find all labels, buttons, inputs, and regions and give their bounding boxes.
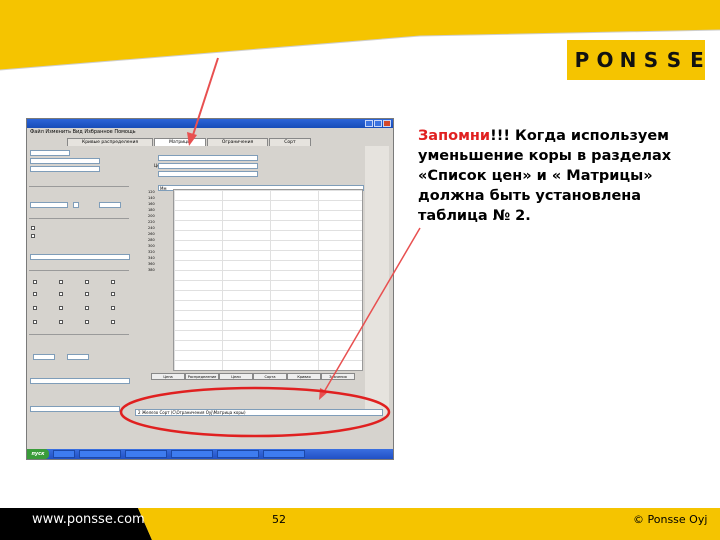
divider [29,334,129,335]
field[interactable] [30,202,68,208]
checkbox[interactable] [31,234,35,238]
field[interactable] [158,163,258,169]
field[interactable] [73,202,79,208]
checkbox[interactable] [85,292,89,296]
field[interactable] [30,406,120,412]
divider [29,218,129,219]
checkbox[interactable] [33,320,37,324]
field[interactable] [158,171,258,177]
divider [29,186,129,187]
start-button[interactable]: пуск [27,449,49,459]
logo-letter: E [690,48,704,72]
matrix-grid[interactable] [173,189,363,371]
taskbar-item[interactable] [79,450,121,458]
close-icon[interactable] [383,120,391,127]
screenshot-tab[interactable]: Сорт [269,138,311,146]
checkbox[interactable] [31,226,35,230]
field[interactable] [99,202,121,208]
checkbox[interactable] [111,292,115,296]
checkbox[interactable] [59,320,63,324]
field[interactable] [30,166,100,172]
menu-bar[interactable]: Файл Изменить Вид Избранное Помощь [27,128,393,136]
maximize-icon[interactable] [374,120,382,127]
field[interactable] [30,158,100,164]
row-header: 380 [148,268,155,272]
taskbar: пуск [27,449,393,459]
ponsse-logo: PONSSE [567,40,705,80]
field[interactable] [67,354,89,360]
instruction-note: Запомни!!! Когда используем уменьшение к… [418,126,693,226]
divider [29,270,129,271]
checkbox[interactable] [33,306,37,310]
taskbar-item[interactable] [263,450,305,458]
field[interactable] [30,254,130,260]
field[interactable] [30,378,130,384]
bottom-tab[interactable]: Значения [321,373,355,380]
logo-letter: S [643,48,659,72]
checkbox[interactable] [111,306,115,310]
right-strip [365,146,389,416]
field[interactable] [30,150,70,156]
note-lead: Запомни [418,128,491,144]
checkbox[interactable] [85,320,89,324]
page-number: 52 [272,513,286,526]
field[interactable] [33,354,55,360]
checkbox[interactable] [111,320,115,324]
software-screenshot: Файл Изменить Вид Избранное Помощь Кривы… [26,118,394,460]
minimize-icon[interactable] [365,120,373,127]
screenshot-tabs: Кривые распределения Матрицы Ограничения Со… [67,138,312,146]
bottom-tab[interactable]: Кривая [287,373,321,380]
bottom-tabs: Цена Распределение Цели Сорта Кривая Значения [151,373,355,380]
logo-letter: N [619,48,637,72]
taskbar-item[interactable] [53,450,75,458]
checkbox[interactable] [59,280,63,284]
checkbox[interactable] [33,280,37,284]
logo-letter: O [596,48,614,72]
taskbar-item[interactable] [171,450,213,458]
checkbox[interactable] [85,280,89,284]
field[interactable] [158,155,258,161]
taskbar-item[interactable] [217,450,259,458]
row-headers: 120 140 160 180 200 220 240 260 280 300 320 340 360 3… [148,189,172,273]
bottom-tab[interactable]: Цена [151,373,185,380]
checkbox[interactable] [59,292,63,296]
table-path-field[interactable]: 2 Железо Сорт (С\Ограничения Оуј\Матрица… [135,409,383,416]
window-titlebar [27,119,393,128]
bottom-tab[interactable]: Распределение [185,373,219,380]
checkbox[interactable] [111,280,115,284]
logo-letter: P [574,48,590,72]
bottom-tab[interactable]: Сорта [253,373,287,380]
screenshot-tab[interactable]: Матрицы [154,138,206,146]
taskbar-item[interactable] [125,450,167,458]
screenshot-tab[interactable]: Кривые распределения [67,138,154,146]
logo-letter: S [666,48,682,72]
checkbox[interactable] [59,306,63,310]
left-pane [29,146,131,438]
bottom-tab[interactable]: Цели [219,373,253,380]
screenshot-tab[interactable]: Ограничения [206,138,269,146]
website-link[interactable]: www.ponsse.com [32,512,145,527]
copyright: © Ponsse Oyj [633,513,708,526]
checkbox[interactable] [33,292,37,296]
checkbox[interactable] [85,306,89,310]
